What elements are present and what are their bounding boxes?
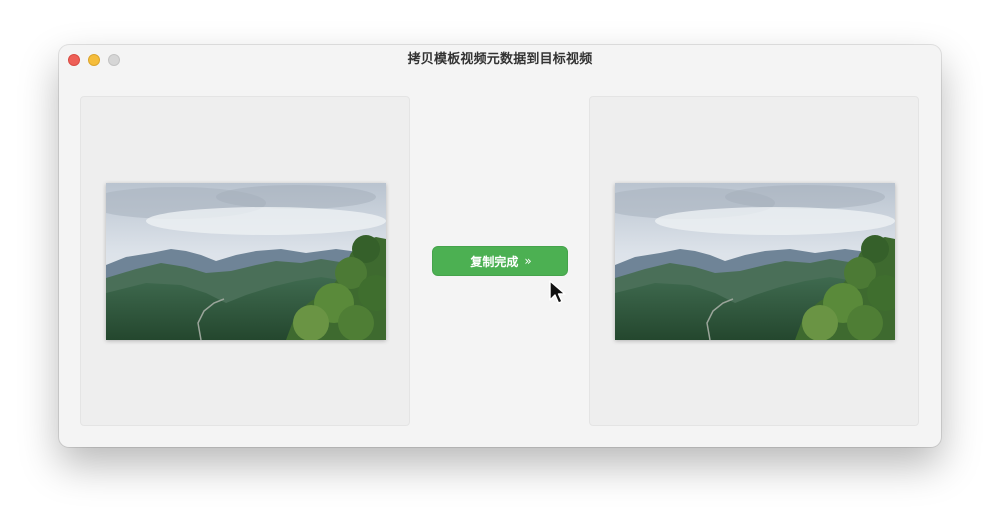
minimize-window-button[interactable] xyxy=(88,54,100,66)
window-title: 拷贝模板视频元数据到目标视频 xyxy=(407,52,593,67)
target-video-panel[interactable] xyxy=(589,96,919,426)
app-window: 拷贝模板视频元数据到目标视频 复制完成 » xyxy=(59,45,941,447)
source-video-thumbnail xyxy=(106,183,386,340)
title-bar: 拷贝模板视频元数据到目标视频 xyxy=(59,45,941,75)
copy-button-label: 复制完成 xyxy=(470,254,519,269)
double-chevron-right-icon: » xyxy=(524,254,531,268)
mouse-pointer-icon xyxy=(549,280,566,304)
mountain-landscape-image xyxy=(615,183,895,340)
maximize-window-button[interactable] xyxy=(108,54,120,66)
copy-complete-button[interactable]: 复制完成 » xyxy=(432,246,568,276)
target-video-thumbnail xyxy=(615,183,895,340)
mountain-landscape-image xyxy=(106,183,386,340)
source-video-panel[interactable] xyxy=(80,96,410,426)
close-window-button[interactable] xyxy=(68,54,80,66)
